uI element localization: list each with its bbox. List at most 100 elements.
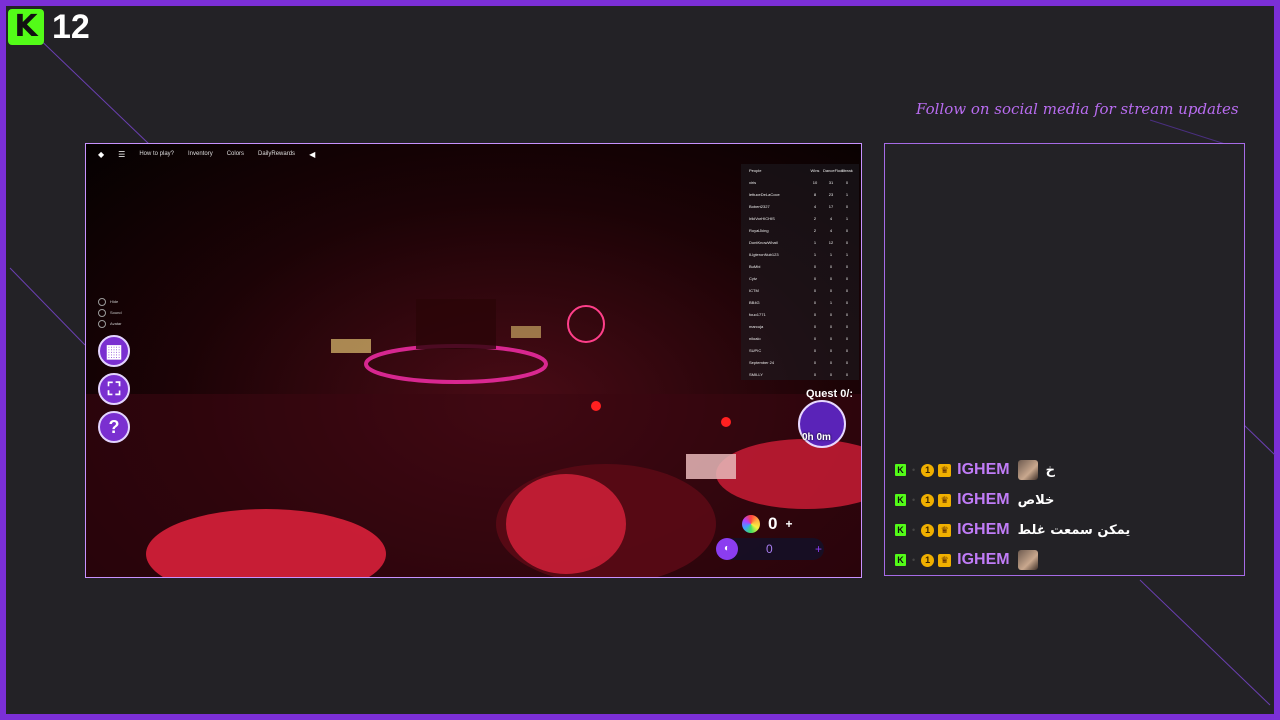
leaderboard-player-name: Cytz <box>749 275 757 281</box>
roblox-logo-icon[interactable]: ◆ <box>98 150 104 159</box>
leaderboard-stat: 1 <box>829 299 833 305</box>
toggle-avatar[interactable]: Avatar <box>98 318 138 329</box>
leaderboard-row: Cytz 0 0 0 <box>741 272 859 284</box>
leaderboard-stat: 4 <box>829 227 833 233</box>
leaderboard-row: Bobert2327 4 17 0 <box>741 200 859 212</box>
frame-icon[interactable]: ⛶ <box>98 373 130 405</box>
leaderboard-player-name: DontKnowWhatl <box>749 239 778 245</box>
crown-badge-icon: ♛ <box>938 553 952 567</box>
leaderboard-row: marcuja 0 0 0 <box>741 320 859 332</box>
viewer-count: 12 <box>52 7 90 46</box>
leaderboard-stat: 0 <box>845 371 849 377</box>
crown-badge-icon: ♛ <box>938 523 952 537</box>
leaderboard-stat: 1 <box>829 251 833 257</box>
leaderboard-row: SMILLY 0 0 0 <box>741 368 859 380</box>
emote-icon <box>1017 460 1038 480</box>
leaderboard-row: DontKnowWhatl 1 12 0 <box>741 236 859 248</box>
currency-add-button[interactable]: + <box>785 517 792 531</box>
leaderboard-player-name: September 24 <box>749 359 775 365</box>
leaderboard-stat: 0 <box>829 287 833 293</box>
leaderboard-player-name: ILlgteronNub123 <box>749 251 779 257</box>
roblox-topbar: ◆ ☰ How to play? Inventory Colors DailyR… <box>86 144 861 164</box>
separator-icon: • <box>912 495 916 505</box>
leaderboard-player-name: lettuceDeLaCoce <box>749 191 780 197</box>
topbar-item-daily-rewards[interactable]: DailyRewards <box>258 151 295 157</box>
leaderboard-stat: 0 <box>813 323 817 329</box>
rainbow-coin-icon <box>742 515 760 533</box>
separator-icon: • <box>912 555 916 565</box>
leaderboard-row: BB4G 0 1 0 <box>741 296 859 308</box>
kick-platform-icon: K <box>895 494 906 506</box>
leaderboard-stat: 0 <box>829 359 833 365</box>
leaderboard-player-name: BB4G <box>749 299 760 305</box>
leaderboard-player-name: fouo1771 <box>749 311 766 317</box>
chat-username[interactable]: IGHEM <box>957 461 1009 479</box>
leaderboard-stat: 1 <box>813 251 817 257</box>
leaderboard-stat: 0 <box>829 323 833 329</box>
leaderboard-stat: 0 <box>845 179 849 185</box>
leaderboard-stat: 17 <box>828 203 834 209</box>
leaderboard-stat: 2 <box>813 215 817 221</box>
separator-icon: • <box>912 525 916 535</box>
leaderboard-stat: 0 <box>845 263 849 269</box>
leaderboard-stat: 0 <box>845 359 849 365</box>
cube-icon[interactable]: ▦ <box>98 335 130 367</box>
leaderboard-stat: 0 <box>813 359 817 365</box>
social-banner: Follow on social media for stream update… <box>916 100 1239 118</box>
topbar-item-colors[interactable]: Colors <box>227 151 244 157</box>
progress-bar: ◐ 0 + <box>716 538 824 560</box>
leaderboard-stat: 1 <box>845 191 849 197</box>
leaderboard: People Wins DanceFloor Streak xiris 10 31 0… <box>741 164 859 380</box>
chat-message: K • 1 ♛ IGHEM يمكن سمعت غلط <box>895 515 1235 545</box>
speaker-icon[interactable]: ◀ <box>309 150 315 159</box>
leaderboard-stat: 0 <box>813 335 817 341</box>
chat-message: K • 1 ♛ IGHEM خ <box>895 455 1235 485</box>
toggle-hide[interactable]: Hide <box>98 296 138 307</box>
currency-value: 0 <box>768 514 778 533</box>
bar-add-button[interactable]: + <box>815 542 822 556</box>
chat-text: خلاص <box>1017 492 1055 508</box>
quest-timer: 0h 0m <box>802 432 831 443</box>
leaderboard-stat: 0 <box>845 323 849 329</box>
leaderboard-row: fouo1771 0 0 0 <box>741 308 859 320</box>
leaderboard-stat: 0 <box>845 275 849 281</box>
leaderboard-stat: 0 <box>813 311 817 317</box>
topbar-item-how-to-play[interactable]: How to play? <box>139 151 174 157</box>
leaderboard-stat: 0 <box>845 299 849 305</box>
kick-platform-icon: K <box>895 524 906 536</box>
topbar-item-inventory[interactable]: Inventory <box>188 151 213 157</box>
chat-username[interactable]: IGHEM <box>957 491 1009 509</box>
leaderboard-stat: 0 <box>813 287 817 293</box>
kick-logo: K <box>8 9 44 45</box>
leaderboard-player-name: niloalo <box>749 335 761 341</box>
quest-widget[interactable]: Quest 0/: 0h 0m <box>798 386 861 448</box>
subscriber-badge-icon: 1 <box>921 493 935 507</box>
leaderboard-stat: 0 <box>845 335 849 341</box>
leaderboard-stat: 12 <box>828 239 834 245</box>
leaderboard-row: SUPIC 0 0 0 <box>741 344 859 356</box>
chat-username[interactable]: IGHEM <box>957 521 1009 539</box>
leaderboard-stat: 0 <box>845 311 849 317</box>
leaderboard-player-name: ICTM <box>749 287 759 293</box>
leaderboard-stat: 0 <box>829 311 833 317</box>
quest-label: Quest 0/: <box>806 388 854 400</box>
leaderboard-row: RoyalJking 2 4 0 <box>741 224 859 236</box>
leaderboard-stat: 1 <box>813 239 817 245</box>
subscriber-badge-icon: 1 <box>921 463 935 477</box>
leaderboard-stat: 0 <box>829 347 833 353</box>
toggle-sound[interactable]: Sound <box>98 307 138 318</box>
chat-panel: K • 1 ♛ IGHEM خ K • 1 ♛ IGHEM خلاص K • 1 ♛ IGHEM يمكن سمع… <box>884 143 1245 576</box>
chat-text: خ <box>1045 462 1055 478</box>
leaderboard-stat: 0 <box>845 203 849 209</box>
side-buttons: Hide Sound Avatar ▦ ⛶ ? <box>98 296 138 443</box>
help-icon[interactable]: ? <box>98 411 130 443</box>
game-capture[interactable]: ◆ ☰ How to play? Inventory Colors DailyR… <box>85 143 862 578</box>
subscriber-badge-icon: 1 <box>921 553 935 567</box>
leaderboard-stat: 0 <box>845 287 849 293</box>
chat-username[interactable]: IGHEM <box>957 551 1009 569</box>
leaderboard-row: IrikiVorHICHIS 2 4 1 <box>741 212 859 224</box>
leaderboard-stat: 0 <box>813 371 817 377</box>
leaderboard-row: ICTM 0 0 0 <box>741 284 859 296</box>
hamburger-icon[interactable]: ☰ <box>118 150 125 159</box>
chat-list: K • 1 ♛ IGHEM خ K • 1 ♛ IGHEM خلاص K • 1 ♛ IGHEM يمكن سمع… <box>895 455 1235 575</box>
